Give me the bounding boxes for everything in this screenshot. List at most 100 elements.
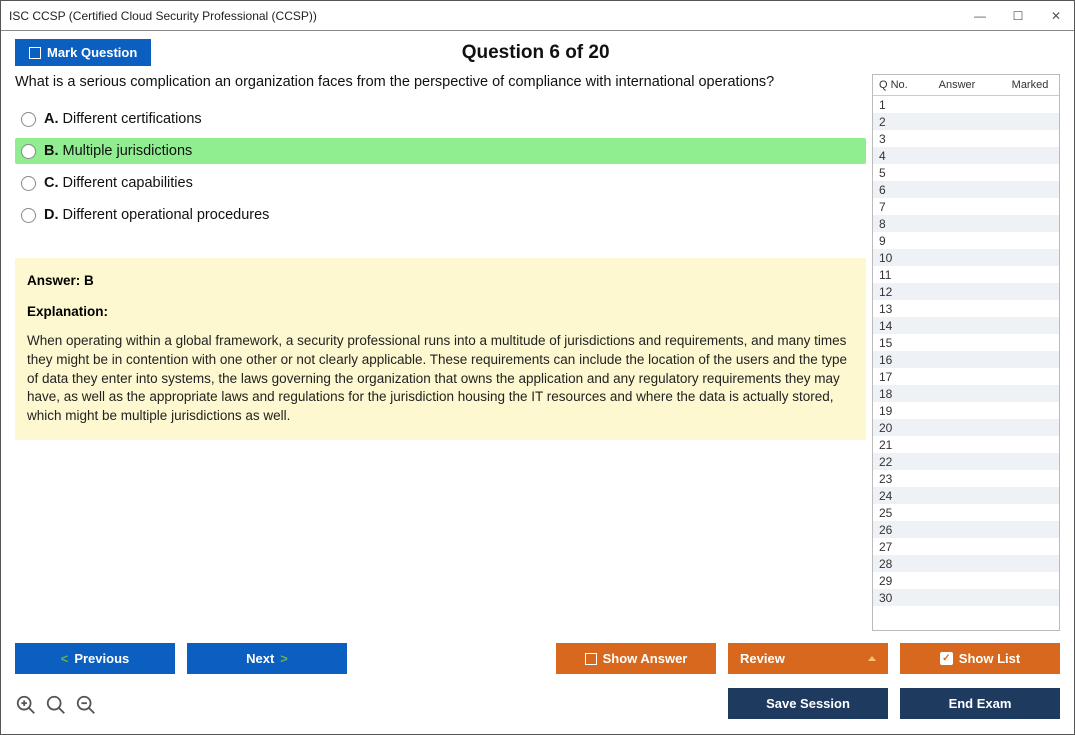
radio-icon <box>21 112 36 127</box>
list-row[interactable]: 2 <box>873 113 1059 130</box>
row-qno: 6 <box>873 183 909 197</box>
row-qno: 17 <box>873 370 909 384</box>
list-row[interactable]: 28 <box>873 555 1059 572</box>
list-row[interactable]: 15 <box>873 334 1059 351</box>
close-button[interactable]: ✕ <box>1046 9 1066 23</box>
next-button[interactable]: Next > <box>187 643 347 674</box>
list-row[interactable]: 20 <box>873 419 1059 436</box>
row-qno: 14 <box>873 319 909 333</box>
row-qno: 9 <box>873 234 909 248</box>
triangle-up-icon <box>868 656 876 661</box>
row-qno: 4 <box>873 149 909 163</box>
list-row[interactable]: 12 <box>873 283 1059 300</box>
save-session-label: Save Session <box>766 696 850 711</box>
previous-button[interactable]: < Previous <box>15 643 175 674</box>
option-d[interactable]: D. Different operational procedures <box>15 202 866 228</box>
row-qno: 23 <box>873 472 909 486</box>
option-label: A. Different certifications <box>44 111 202 127</box>
zoom-reset-icon[interactable] <box>15 694 37 722</box>
chevron-left-icon: < <box>61 651 69 666</box>
list-row[interactable]: 26 <box>873 521 1059 538</box>
list-row[interactable]: 18 <box>873 385 1059 402</box>
question-list[interactable]: 1234567891011121314151617181920212223242… <box>873 96 1059 630</box>
explanation-label: Explanation: <box>27 303 854 322</box>
list-row[interactable]: 25 <box>873 504 1059 521</box>
list-row[interactable]: 19 <box>873 402 1059 419</box>
header-answer: Answer <box>911 79 1003 91</box>
row-qno: 3 <box>873 132 909 146</box>
list-row[interactable]: 29 <box>873 572 1059 589</box>
maximize-button[interactable]: ☐ <box>1008 9 1028 23</box>
row-qno: 27 <box>873 540 909 554</box>
list-row[interactable]: 4 <box>873 147 1059 164</box>
show-list-label: Show List <box>959 651 1020 666</box>
list-row[interactable]: 27 <box>873 538 1059 555</box>
list-row[interactable]: 9 <box>873 232 1059 249</box>
next-label: Next <box>246 651 274 666</box>
list-row[interactable]: 17 <box>873 368 1059 385</box>
list-row[interactable]: 22 <box>873 453 1059 470</box>
mark-question-button[interactable]: Mark Question <box>15 39 151 66</box>
radio-icon <box>21 144 36 159</box>
option-a[interactable]: A. Different certifications <box>15 106 866 132</box>
show-list-button[interactable]: ✓ Show List <box>900 643 1060 674</box>
checkbox-icon <box>29 47 41 59</box>
list-row[interactable]: 23 <box>873 470 1059 487</box>
list-row[interactable]: 8 <box>873 215 1059 232</box>
footer: < Previous Next > Show Answer Review <box>1 631 1074 734</box>
list-row[interactable]: 30 <box>873 589 1059 606</box>
row-qno: 16 <box>873 353 909 367</box>
zoom-in-icon[interactable] <box>45 694 67 722</box>
option-b[interactable]: B. Multiple jurisdictions <box>15 138 866 164</box>
row-qno: 20 <box>873 421 909 435</box>
explanation-text: When operating within a global framework… <box>27 332 854 426</box>
row-qno: 25 <box>873 506 909 520</box>
list-row[interactable]: 24 <box>873 487 1059 504</box>
header-qno: Q No. <box>875 79 911 91</box>
row-qno: 5 <box>873 166 909 180</box>
option-c[interactable]: C. Different capabilities <box>15 170 866 196</box>
row-qno: 13 <box>873 302 909 316</box>
save-session-button[interactable]: Save Session <box>728 688 888 719</box>
list-row[interactable]: 14 <box>873 317 1059 334</box>
list-row[interactable]: 16 <box>873 351 1059 368</box>
question-counter: Question 6 of 20 <box>151 42 920 64</box>
chevron-right-icon: > <box>280 651 288 666</box>
question-text: What is a serious complication an organi… <box>15 74 866 90</box>
row-qno: 21 <box>873 438 909 452</box>
row-qno: 22 <box>873 455 909 469</box>
list-row[interactable]: 5 <box>873 164 1059 181</box>
review-button[interactable]: Review <box>728 643 888 674</box>
row-qno: 11 <box>873 268 909 282</box>
option-label: C. Different capabilities <box>44 175 193 191</box>
list-row[interactable]: 6 <box>873 181 1059 198</box>
list-row[interactable]: 21 <box>873 436 1059 453</box>
window-title: ISC CCSP (Certified Cloud Security Profe… <box>9 9 317 23</box>
list-row[interactable]: 1 <box>873 96 1059 113</box>
check-icon: ✓ <box>940 652 953 665</box>
explanation-box: Answer: B Explanation: When operating wi… <box>15 258 866 440</box>
show-answer-button[interactable]: Show Answer <box>556 643 716 674</box>
row-qno: 15 <box>873 336 909 350</box>
question-panel: What is a serious complication an organi… <box>15 74 866 631</box>
end-exam-label: End Exam <box>949 696 1012 711</box>
window-controls: — ☐ ✕ <box>970 9 1066 23</box>
row-qno: 8 <box>873 217 909 231</box>
list-row[interactable]: 10 <box>873 249 1059 266</box>
question-list-panel: Q No. Answer Marked 12345678910111213141… <box>872 74 1060 631</box>
row-qno: 7 <box>873 200 909 214</box>
minimize-button[interactable]: — <box>970 9 990 23</box>
list-row[interactable]: 3 <box>873 130 1059 147</box>
header-marked: Marked <box>1003 79 1057 91</box>
list-row[interactable]: 7 <box>873 198 1059 215</box>
list-row[interactable]: 11 <box>873 266 1059 283</box>
zoom-controls <box>15 694 97 722</box>
list-row[interactable]: 13 <box>873 300 1059 317</box>
zoom-out-icon[interactable] <box>75 694 97 722</box>
row-qno: 28 <box>873 557 909 571</box>
radio-icon <box>21 176 36 191</box>
list-header: Q No. Answer Marked <box>873 75 1059 96</box>
option-label: D. Different operational procedures <box>44 207 269 223</box>
row-qno: 26 <box>873 523 909 537</box>
end-exam-button[interactable]: End Exam <box>900 688 1060 719</box>
